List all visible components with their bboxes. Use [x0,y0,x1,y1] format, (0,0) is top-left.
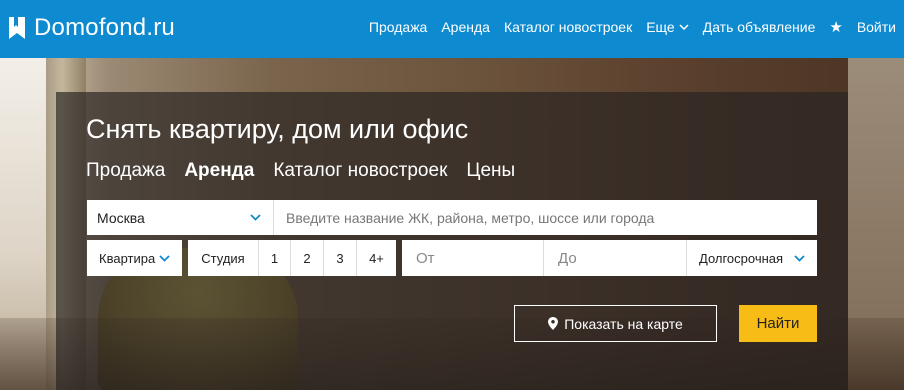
map-pin-icon [548,317,559,330]
tab-prices[interactable]: Цены [466,160,515,182]
property-type-value: Квартира [99,250,156,266]
tab-sale[interactable]: Продажа [86,160,165,182]
room-2[interactable]: 2 [290,240,323,276]
nav-post-ad[interactable]: Дать объявление [703,19,816,35]
main-nav: Продажа Аренда Каталог новостроек Еще Да… [369,16,904,38]
price-to-input[interactable] [544,240,686,276]
chevron-down-icon [794,254,805,262]
room-3[interactable]: 3 [323,240,356,276]
chevron-down-icon [159,254,170,262]
tab-rent[interactable]: Аренда [184,160,254,182]
bookmark-logo-icon [9,17,25,39]
rooms-selector: Студия 1 2 3 4+ [188,240,396,276]
show-on-map-button[interactable]: Показать на карте [514,305,717,342]
chevron-down-icon [679,24,689,30]
filters-row: Квартира Студия 1 2 3 4+ Долгосрочная [87,240,817,276]
location-row: Москва [87,200,817,235]
price-from-input[interactable] [402,240,544,276]
site-logo[interactable]: Domofond.ru [8,12,175,44]
city-select[interactable]: Москва [87,200,274,235]
nav-sale[interactable]: Продажа [369,19,427,35]
rental-term-value: Долгосрочная [699,250,784,266]
location-search-input[interactable] [274,200,817,235]
property-type-select[interactable]: Квартира [87,240,182,276]
chevron-down-icon [250,214,261,221]
search-tabs: Продажа Аренда Каталог новостроек Цены [86,159,534,183]
search-panel: Снять квартиру, дом или офис Продажа Аре… [56,92,848,390]
room-studio[interactable]: Студия [188,240,258,276]
show-on-map-label: Показать на карте [564,315,683,332]
room-4plus[interactable]: 4+ [356,240,396,276]
nav-more-label: Еще [646,19,675,35]
city-value: Москва [97,209,145,226]
find-button[interactable]: Найти [739,305,817,342]
tab-new-buildings[interactable]: Каталог новостроек [273,160,447,182]
nav-more[interactable]: Еще [646,19,689,35]
logo-text: Domofond.ru [34,14,175,41]
rental-term-select[interactable]: Долгосрочная [686,240,817,276]
nav-rent[interactable]: Аренда [441,19,490,35]
search-title: Снять квартиру, дом или офис [86,114,469,144]
favorites-star-icon[interactable]: ★ [829,20,842,35]
nav-login[interactable]: Войти [857,19,896,35]
nav-new-buildings[interactable]: Каталог новостроек [504,19,632,35]
top-header: Domofond.ru Продажа Аренда Каталог новос… [0,0,904,58]
room-1[interactable]: 1 [258,240,290,276]
